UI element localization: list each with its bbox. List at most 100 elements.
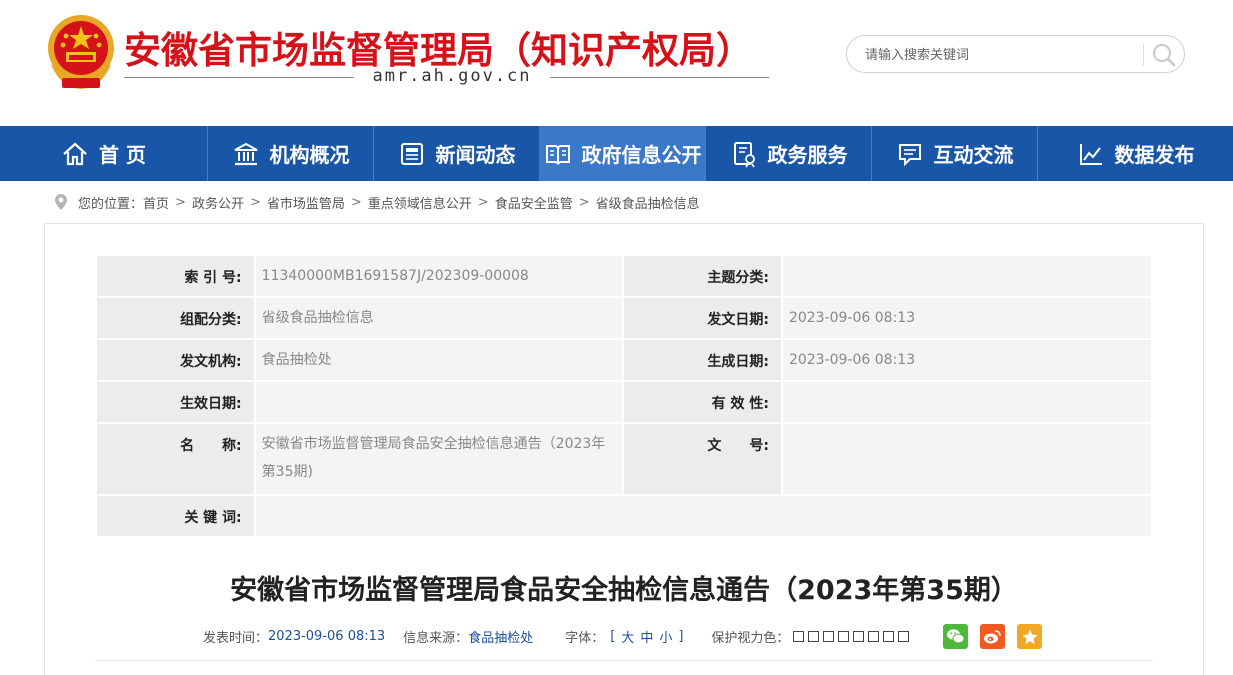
font-bracket-open: [ bbox=[610, 628, 616, 644]
domain-left-line bbox=[124, 77, 354, 78]
info-row: 关 键 词: bbox=[95, 494, 1154, 538]
nav-interaction[interactable]: 互动交流 bbox=[872, 126, 1038, 181]
breadcrumb-bureau[interactable]: 省市场监管局 bbox=[267, 193, 345, 212]
nav-data[interactable]: 数据发布 bbox=[1038, 126, 1233, 181]
breadcrumb-home[interactable]: 首页 bbox=[143, 193, 169, 212]
breadcrumb-separator: > bbox=[249, 194, 261, 210]
nav-gov-info[interactable]: 政府信息公开 bbox=[540, 126, 706, 181]
main-nav: 首 页 机构概况 新闻动态 政府信息公开 政务服务 互动交流 数据发布 bbox=[0, 126, 1233, 181]
group-label: 组配分类: bbox=[95, 296, 256, 340]
org-value: 食品抽检处 bbox=[253, 338, 625, 382]
source-label: 信息来源： bbox=[403, 630, 469, 646]
article-divider bbox=[95, 660, 1153, 661]
name-label: 名 称: bbox=[95, 422, 256, 496]
validity-value bbox=[780, 380, 1154, 424]
nav-label: 互动交流 bbox=[933, 143, 1014, 167]
eye-color-swatch[interactable] bbox=[868, 630, 880, 642]
nav-news[interactable]: 新闻动态 bbox=[374, 126, 540, 181]
info-row: 生效日期: 有 效 性: bbox=[95, 380, 1154, 424]
home-icon bbox=[61, 140, 89, 168]
breadcrumb-current[interactable]: 省级食品抽检信息 bbox=[596, 193, 700, 212]
info-row: 索 引 号: 11340000MB1691587J/202309-00008 主… bbox=[95, 254, 1154, 298]
source-value: 食品抽检处 bbox=[468, 630, 534, 646]
share-weibo-button[interactable] bbox=[980, 624, 1005, 649]
font-size-label: 字体： bbox=[565, 630, 605, 646]
share-qzone-button[interactable] bbox=[1017, 624, 1042, 649]
nav-label: 机构概况 bbox=[269, 143, 350, 167]
topic-value bbox=[780, 254, 1154, 298]
star-icon bbox=[1021, 629, 1038, 644]
breadcrumb-separator: > bbox=[350, 194, 362, 210]
article-meta: 发表时间： 2023-09-06 08:13 信息来源： 食品抽检处 字体： [… bbox=[203, 623, 910, 649]
issue-date-label: 发文日期: bbox=[622, 296, 783, 340]
article-title: 安徽省市场监督管理局食品安全抽检信息通告（2023年第35期） bbox=[230, 575, 1018, 606]
breadcrumb-separator: > bbox=[175, 194, 186, 210]
newspaper-icon bbox=[398, 140, 426, 168]
share-wechat-button[interactable] bbox=[943, 624, 968, 649]
validity-label: 有 效 性: bbox=[622, 380, 783, 424]
weibo-icon bbox=[984, 630, 1001, 644]
breadcrumb: 您的位置： 首页 > 政务公开 > 省市场监管局 > 重点领域信息公开 > 食品… bbox=[54, 191, 700, 213]
gen-date-label: 生成日期: bbox=[622, 338, 783, 382]
breadcrumb-key-areas[interactable]: 重点领域信息公开 bbox=[368, 193, 472, 212]
group-value: 省级食品抽检信息 bbox=[253, 296, 625, 340]
doc-number-value bbox=[780, 422, 1154, 496]
publish-time: 2023-09-06 08:13 bbox=[268, 628, 386, 644]
nav-label: 政府信息公开 bbox=[581, 143, 702, 167]
eye-color-swatch[interactable] bbox=[808, 630, 820, 642]
service-doc-icon bbox=[730, 140, 758, 168]
eye-color-swatches bbox=[793, 630, 910, 642]
index-label: 索 引 号: bbox=[95, 254, 256, 298]
domain-right-line bbox=[550, 77, 769, 78]
search-box bbox=[846, 35, 1185, 73]
info-row: 组配分类: 省级食品抽检信息 发文日期: 2023-09-06 08:13 bbox=[95, 296, 1154, 340]
breadcrumb-food-safety[interactable]: 食品安全监管 bbox=[495, 193, 573, 212]
site-header: 安徽省市场监督管理局（知识产权局） amr.ah.gov.cn bbox=[0, 0, 1233, 126]
font-large-button[interactable]: 大 bbox=[621, 627, 634, 646]
keywords-value bbox=[253, 494, 1154, 538]
nav-label: 新闻动态 bbox=[435, 143, 516, 167]
eye-color-swatch[interactable] bbox=[883, 630, 895, 642]
nav-label: 数据发布 bbox=[1114, 143, 1195, 167]
info-row: 发文机构: 食品抽检处 生成日期: 2023-09-06 08:13 bbox=[95, 338, 1154, 382]
national-emblem-icon bbox=[48, 15, 114, 90]
effective-date-label: 生效日期: bbox=[95, 380, 256, 424]
nav-home[interactable]: 首 页 bbox=[0, 126, 208, 181]
building-icon bbox=[232, 140, 260, 168]
topic-label: 主题分类: bbox=[622, 254, 783, 298]
doc-number-label: 文 号: bbox=[622, 422, 783, 496]
keywords-label: 关 键 词: bbox=[95, 494, 256, 538]
name-value: 安徽省市场监督管理局食品安全抽检信息通告（2023年第35期) bbox=[253, 422, 625, 496]
search-icon[interactable] bbox=[1149, 40, 1179, 70]
eye-color-swatch[interactable] bbox=[898, 630, 910, 642]
site-domain-row: amr.ah.gov.cn bbox=[124, 66, 769, 88]
issue-date-value: 2023-09-06 08:13 bbox=[780, 296, 1154, 340]
location-pin-icon bbox=[55, 194, 67, 210]
eye-color-swatch[interactable] bbox=[823, 630, 835, 642]
nav-org[interactable]: 机构概况 bbox=[208, 126, 374, 181]
wechat-icon bbox=[947, 629, 965, 644]
eye-color-swatch[interactable] bbox=[793, 630, 805, 642]
breadcrumb-prefix: 您的位置： bbox=[78, 196, 144, 212]
open-book-icon bbox=[544, 140, 572, 168]
eye-color-swatch[interactable] bbox=[853, 630, 865, 642]
breadcrumb-gov-affairs[interactable]: 政务公开 bbox=[192, 193, 244, 212]
font-medium-button[interactable]: 中 bbox=[640, 627, 653, 646]
search-divider bbox=[1143, 44, 1144, 66]
nav-label: 首 页 bbox=[99, 143, 146, 167]
chat-icon bbox=[896, 140, 924, 168]
eye-color-swatch[interactable] bbox=[838, 630, 850, 642]
effective-date-value bbox=[253, 380, 625, 424]
eye-protection-label: 保护视力色： bbox=[711, 630, 790, 646]
font-small-button[interactable]: 小 bbox=[659, 627, 672, 646]
gen-date-value: 2023-09-06 08:13 bbox=[780, 338, 1154, 382]
breadcrumb-separator: > bbox=[578, 194, 590, 210]
site-domain: amr.ah.gov.cn bbox=[372, 66, 532, 86]
org-label: 发文机构: bbox=[95, 338, 256, 382]
breadcrumb-separator: > bbox=[477, 194, 489, 210]
line-chart-icon bbox=[1077, 140, 1105, 168]
nav-label: 政务服务 bbox=[767, 143, 848, 167]
nav-services[interactable]: 政务服务 bbox=[706, 126, 872, 181]
search-input[interactable] bbox=[865, 44, 1135, 66]
font-bracket-close: ] bbox=[678, 628, 684, 644]
